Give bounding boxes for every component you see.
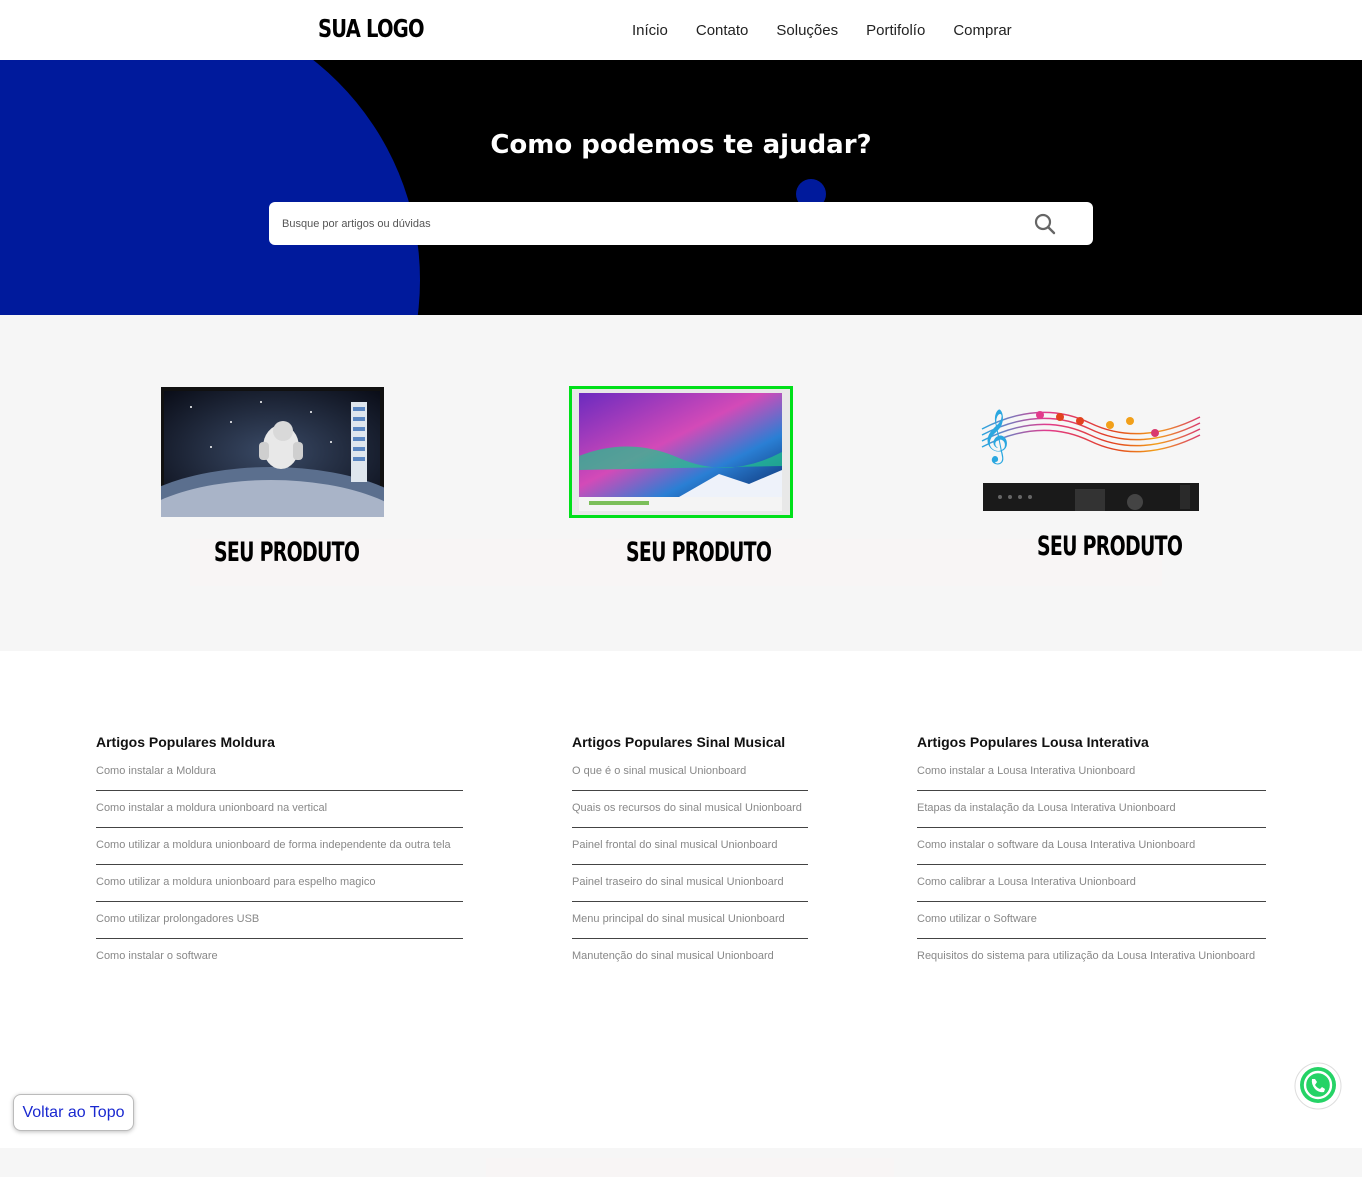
articles-section: Artigos Populares Moldura Como instalar … [0, 651, 1362, 1148]
column-title: Artigos Populares Lousa Interativa [917, 734, 1149, 750]
site-header: SUA LOGO Início Contato Soluções Portifo… [0, 0, 1362, 60]
list-item: Como utilizar a moldura unionboard de fo… [96, 828, 463, 865]
list-item: Como instalar o software [96, 939, 463, 975]
article-link[interactable]: Como instalar o software da Lousa Intera… [917, 839, 1195, 851]
product-image-music-amplifier[interactable]: 𝄞 [980, 389, 1202, 511]
article-link[interactable]: Como utilizar a moldura unionboard para … [96, 876, 375, 888]
list-item: Como instalar a Moldura [96, 760, 463, 791]
list-item: Como utilizar o Software [917, 902, 1266, 939]
list-item: Quais os recursos do sinal musical Union… [572, 791, 808, 828]
list-item: O que é o sinal musical Unionboard [572, 760, 808, 791]
article-link[interactable]: Como instalar o software [96, 950, 218, 962]
column-title: Artigos Populares Moldura [96, 734, 275, 750]
nav-item-solucoes[interactable]: Soluções [776, 22, 838, 39]
list-item: Como calibrar a Lousa Interativa Unionbo… [917, 865, 1266, 902]
article-link[interactable]: Manutenção do sinal musical Unionboard [572, 950, 774, 962]
articles-column-moldura: Artigos Populares Moldura Como instalar … [96, 734, 463, 975]
articles-column-lousa-interativa: Artigos Populares Lousa Interativa Como … [917, 734, 1266, 975]
list-item: Painel frontal do sinal musical Unionboa… [572, 828, 808, 865]
back-to-top-button[interactable]: Voltar ao Topo [13, 1094, 134, 1131]
search-bar [269, 202, 1093, 245]
articles-column-sinal-musical: Artigos Populares Sinal Musical O que é … [572, 734, 808, 975]
whatsapp-icon[interactable] [1294, 1062, 1342, 1110]
main-nav: Início Contato Soluções Portifolío Compr… [632, 22, 1040, 39]
nav-item-portifolio[interactable]: Portifolío [866, 22, 925, 39]
nav-item-comprar[interactable]: Comprar [953, 22, 1011, 39]
product-image-astronaut[interactable] [161, 387, 384, 517]
list-item: Como utilizar a moldura unionboard para … [96, 865, 463, 902]
nav-item-contato[interactable]: Contato [696, 22, 749, 39]
article-link[interactable]: Como instalar a moldura unionboard na ve… [96, 802, 327, 814]
product-image-aurora[interactable] [569, 386, 793, 518]
list-item: Painel traseiro do sinal musical Unionbo… [572, 865, 808, 902]
list-item: Como instalar a moldura unionboard na ve… [96, 791, 463, 828]
article-link[interactable]: Painel frontal do sinal musical Unionboa… [572, 839, 777, 851]
product-label[interactable]: SEU PRODUTO [626, 537, 772, 568]
list-item: Menu principal do sinal musical Unionboa… [572, 902, 808, 939]
hero-decor-circle [0, 60, 420, 315]
article-link[interactable]: Como instalar a Moldura [96, 765, 216, 777]
article-link[interactable]: Etapas da instalação da Lousa Interativa… [917, 802, 1176, 814]
nav-item-inicio[interactable]: Início [632, 22, 668, 39]
product-label[interactable]: SEU PRODUTO [1037, 531, 1183, 562]
list-item: Como instalar a Lousa Interativa Unionbo… [917, 760, 1266, 791]
product-label[interactable]: SEU PRODUTO [214, 537, 360, 568]
article-link[interactable]: Como calibrar a Lousa Interativa Unionbo… [917, 876, 1136, 888]
article-link[interactable]: Como utilizar prolongadores USB [96, 913, 259, 925]
site-logo[interactable]: SUA LOGO [318, 14, 425, 43]
list-item: Requisitos do sistema para utilização da… [917, 939, 1266, 975]
search-icon[interactable] [1033, 212, 1057, 236]
article-link[interactable]: Como instalar a Lousa Interativa Unionbo… [917, 765, 1135, 777]
astronaut-screen-image [161, 391, 384, 517]
svg-text:𝄞: 𝄞 [982, 408, 1009, 464]
footer-inner-block [486, 1158, 894, 1177]
article-link[interactable]: O que é o sinal musical Unionboard [572, 765, 746, 777]
article-link[interactable]: Quais os recursos do sinal musical Union… [572, 802, 802, 814]
music-amplifier-image: 𝄞 [981, 408, 1201, 511]
aurora-screen-image [572, 389, 790, 515]
list-item: Como instalar o software da Lousa Intera… [917, 828, 1266, 865]
article-link[interactable]: Requisitos do sistema para utilização da… [917, 950, 1255, 962]
hero-section: Como podemos te ajudar? [0, 60, 1362, 315]
article-link[interactable]: Painel traseiro do sinal musical Unionbo… [572, 876, 784, 888]
column-title: Artigos Populares Sinal Musical [572, 734, 786, 750]
list-item: Etapas da instalação da Lousa Interativa… [917, 791, 1266, 828]
article-link[interactable]: Como utilizar o Software [917, 913, 1037, 925]
search-input[interactable] [282, 202, 1022, 245]
products-section: SEU PRODUTO SEU PRODUTO 𝄞 SEU PRODUTO [0, 315, 1362, 651]
article-link[interactable]: Menu principal do sinal musical Unionboa… [572, 913, 785, 925]
list-item: Manutenção do sinal musical Unionboard [572, 939, 808, 975]
article-link[interactable]: Como utilizar a moldura unionboard de fo… [96, 839, 451, 851]
hero-title: Como podemos te ajudar? [490, 130, 872, 160]
list-item: Como utilizar prolongadores USB [96, 902, 463, 939]
